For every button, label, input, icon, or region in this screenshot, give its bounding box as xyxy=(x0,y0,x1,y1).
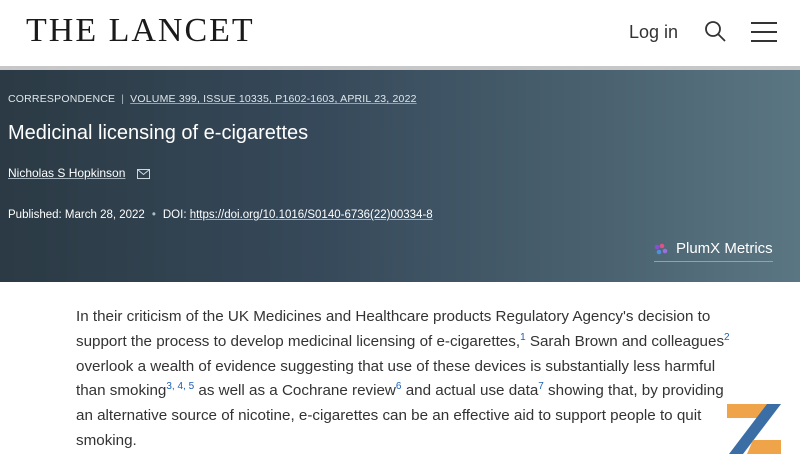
body-text-2: Sarah Brown and colleagues xyxy=(525,332,725,350)
volume-link[interactable]: VOLUME 399, ISSUE 10335, P1602-1603, APR… xyxy=(130,93,417,105)
login-link[interactable]: Log in xyxy=(629,22,678,43)
published-date: March 28, 2022 xyxy=(64,209,145,221)
plumx-metrics-link[interactable]: PlumX Metrics xyxy=(654,240,773,262)
article-header: CORRESPONDENCE | VOLUME 399, ISSUE 10335, … xyxy=(0,70,800,282)
doi-label: DOI: xyxy=(162,209,187,221)
plumx-label: PlumX Metrics xyxy=(676,240,773,257)
body-text-6: showing that, by providing an alternativ… xyxy=(76,382,724,449)
published-label: Published: xyxy=(8,209,62,221)
search-icon[interactable] xyxy=(704,20,726,42)
body-text-4: as well as a Cochrane review xyxy=(194,382,396,400)
watermark-logo xyxy=(727,404,781,454)
info-separator: • xyxy=(151,209,156,221)
reference-2[interactable]: 2 xyxy=(724,332,730,343)
site-header: THE LANCET Log in xyxy=(0,0,800,66)
plumx-icon xyxy=(654,243,668,255)
email-icon[interactable] xyxy=(136,168,150,179)
publication-info: Published: March 28, 2022 • DOI: https://d… xyxy=(8,209,433,221)
reference-3-5[interactable]: 3, 4, 5 xyxy=(166,381,194,392)
author-link[interactable]: Nicholas S Hopkinson xyxy=(8,166,125,180)
article-title: Medicinal licensing of e-cigarettes xyxy=(8,122,309,144)
doi-link[interactable]: https://doi.org/10.1016/S0140-6736(22)00… xyxy=(190,209,433,221)
article-body: In their criticism of the UK Medicines a… xyxy=(76,305,736,454)
hamburger-menu-icon[interactable] xyxy=(751,22,777,42)
author-row: Nicholas S Hopkinson xyxy=(8,166,150,180)
lancet-logo[interactable]: THE LANCET xyxy=(26,12,255,50)
meta-separator: | xyxy=(121,93,125,105)
body-text-5: and actual use data xyxy=(401,382,539,400)
article-type: CORRESPONDENCE xyxy=(8,93,116,105)
article-meta: CORRESPONDENCE | VOLUME 399, ISSUE 10335, … xyxy=(8,93,417,105)
